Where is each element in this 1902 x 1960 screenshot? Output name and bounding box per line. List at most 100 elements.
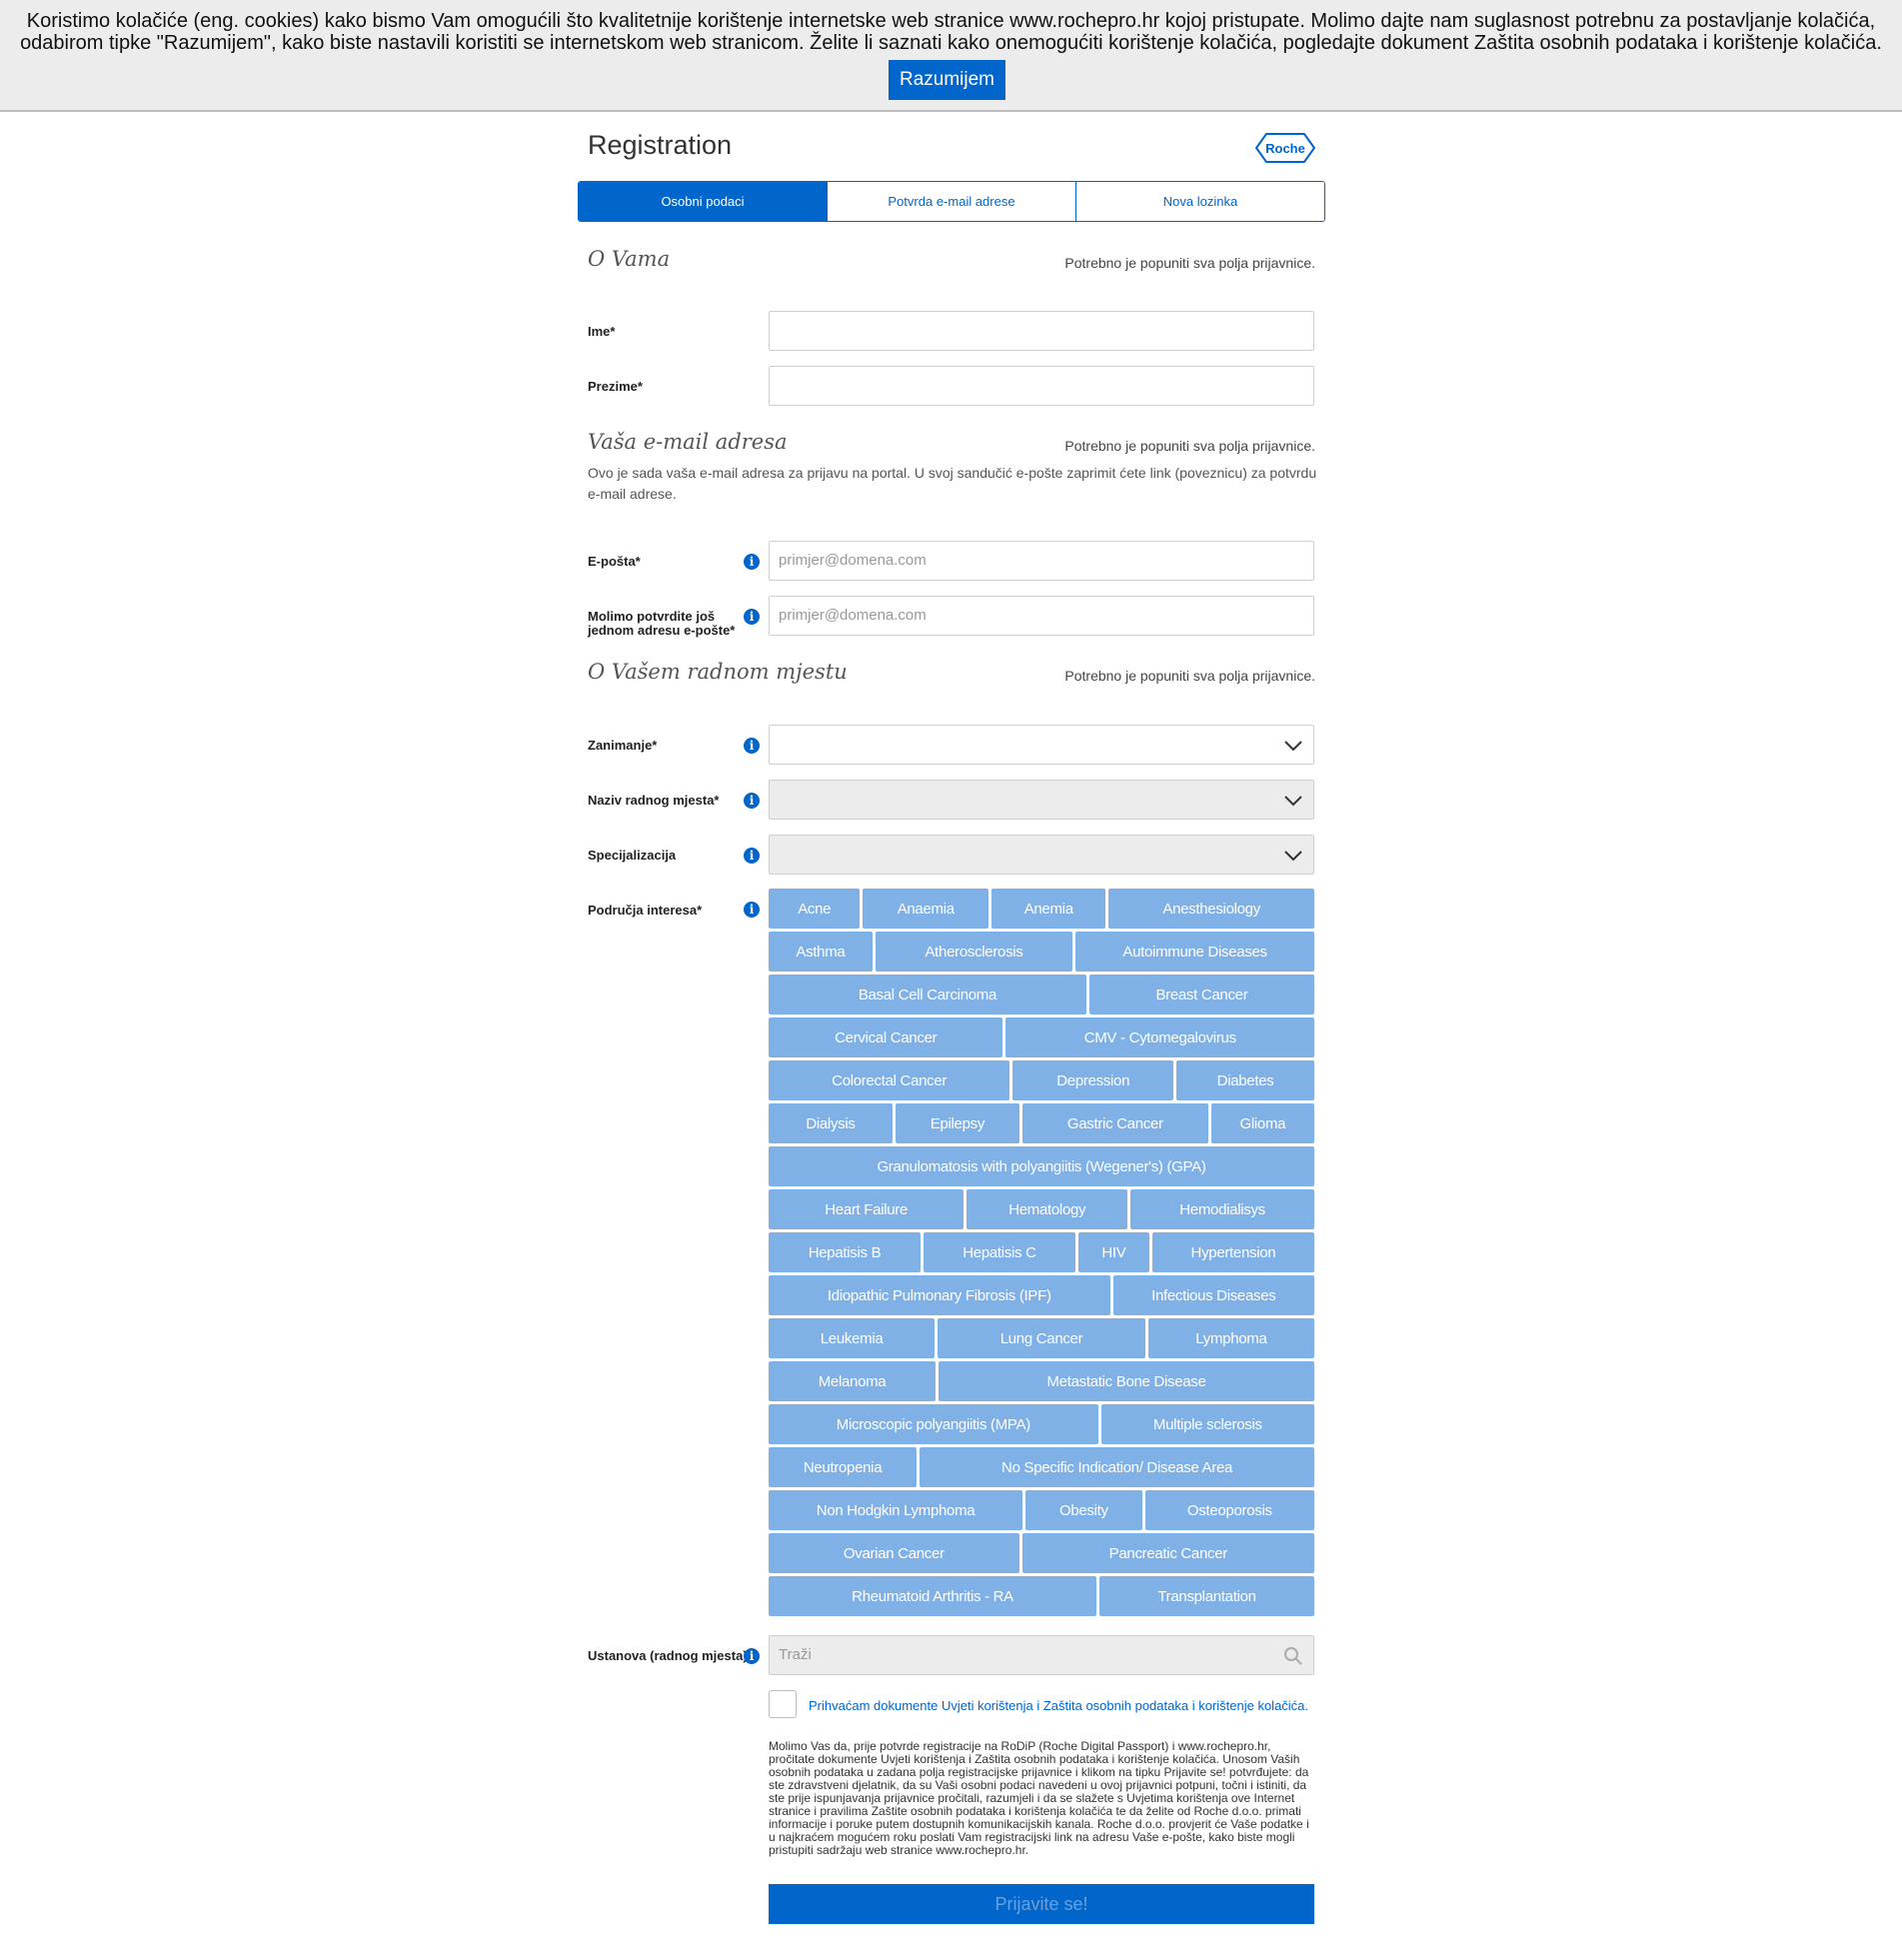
interest-row: Cervical Cancer CMV - Cytomegalovirus [769, 1017, 1314, 1057]
interest-tag[interactable]: Neutropenia [769, 1447, 918, 1487]
occupation-select[interactable] [769, 725, 1314, 765]
interest-tag[interactable]: Non Hodgkin Lymphoma [769, 1490, 1023, 1530]
interest-tag[interactable]: Transplantation [1099, 1576, 1314, 1616]
interest-tag[interactable]: Autoimmune Diseases [1075, 932, 1314, 972]
interest-row: Granulomatosis with polyangiitis (Wegene… [769, 1146, 1314, 1186]
interest-tag[interactable]: Colorectal Cancer [769, 1060, 1010, 1100]
interest-tag[interactable]: Depression [1012, 1060, 1174, 1100]
registration-stepper: Osobni podaci Potvrda e-mail adrese Nova… [578, 181, 1325, 222]
interest-tag[interactable]: Dialysis [769, 1103, 893, 1143]
interest-row: Leukemia Lung Cancer Lymphoma [769, 1318, 1314, 1358]
interest-tag[interactable]: Hematology [966, 1189, 1128, 1229]
interest-tags: Acne Anaemia Anemia Anesthesiology Asthma Ath… [769, 889, 1314, 1619]
interest-tag[interactable]: Anesthesiology [1108, 889, 1314, 929]
cookie-text: Koristimo kolačiće (eng. cookies) kako b… [20, 10, 1882, 54]
email-label: E-pošta* [588, 554, 641, 569]
interest-tag[interactable]: Anaemia [863, 889, 989, 929]
interest-tag[interactable]: Epilepsy [895, 1103, 1019, 1143]
institution-search-input[interactable]: Traži [769, 1635, 1314, 1675]
job-title-info-icon[interactable]: i [744, 793, 760, 809]
interest-tag[interactable]: Atherosclerosis [875, 932, 1073, 972]
interest-row: Ovarian Cancer Pancreatic Cancer [769, 1533, 1314, 1573]
specialization-label: Specijalizacija [588, 848, 677, 863]
interest-tag[interactable]: Basal Cell Carcinoma [769, 975, 1086, 1014]
interest-tag[interactable]: Osteoporosis [1144, 1490, 1314, 1530]
interest-tag[interactable]: Lymphoma [1147, 1318, 1314, 1358]
section-email-description: Ovo je sada vaša e-mail adresa za prijav… [588, 465, 1317, 502]
job-title-select[interactable] [769, 780, 1314, 820]
institution-label: Ustanova (radnog mjesta)* [588, 1648, 753, 1663]
interest-row: Non Hodgkin Lymphoma Obesity Osteoporosis [769, 1490, 1314, 1530]
interest-tag[interactable]: HIV [1077, 1232, 1149, 1272]
interest-tag[interactable]: Leukemia [769, 1318, 936, 1358]
interest-tag[interactable]: Breast Cancer [1088, 975, 1314, 1014]
interest-tag[interactable]: Gastric Cancer [1021, 1103, 1208, 1143]
consent-label[interactable]: Prihvaćam dokumente Uvjeti korištenja i … [809, 1698, 1308, 1713]
interest-tag[interactable]: Granulomatosis with polyangiitis (Wegene… [769, 1146, 1314, 1186]
interest-tag[interactable]: Multiple sclerosis [1100, 1404, 1314, 1444]
interest-tag[interactable]: Melanoma [769, 1361, 937, 1401]
step-personal-data[interactable]: Osobni podaci [579, 182, 828, 221]
search-icon[interactable] [1283, 1646, 1303, 1666]
interest-row: Melanoma Metastatic Bone Disease [769, 1361, 1314, 1401]
search-placeholder: Traži [779, 1646, 812, 1663]
interest-row: Neutropenia No Specific Indication/ Disea… [769, 1447, 1314, 1487]
interest-tag[interactable]: Idiopathic Pulmonary Fibrosis (IPF) [769, 1275, 1110, 1315]
interest-tag[interactable]: Asthma [769, 932, 873, 972]
accept-cookies-button[interactable]: Razumijem [889, 60, 1005, 100]
interest-row: Rheumatoid Arthritis - RA Transplantation [769, 1576, 1314, 1616]
registration-page: Registration Roche Osobni podaci Potvrda… [578, 112, 1325, 1960]
interest-tag[interactable]: Acne [769, 889, 861, 929]
interest-tag[interactable]: Ovarian Cancer [769, 1533, 1019, 1573]
interest-tag[interactable]: Rheumatoid Arthritis - RA [769, 1576, 1097, 1616]
interest-tag[interactable]: CMV - Cytomegalovirus [1005, 1017, 1314, 1057]
interest-row: Microscopic polyangiitis (MPA) Multiple s… [769, 1404, 1314, 1444]
interest-tag[interactable]: No Specific Indication/ Disease Area [920, 1447, 1314, 1487]
interest-tag[interactable]: Metastatic Bone Disease [939, 1361, 1314, 1401]
submit-button[interactable]: Prijavite se! [769, 1884, 1314, 1924]
occupation-info-icon[interactable]: i [744, 738, 760, 754]
interest-tag[interactable]: Cervical Cancer [769, 1017, 1003, 1057]
step-email-confirmation[interactable]: Potvrda e-mail adrese [828, 182, 1076, 221]
page-title: Registration [588, 130, 733, 160]
interest-row: Heart Failure Hematology Hemodialisys [769, 1189, 1314, 1229]
interest-tag[interactable]: Infectious Diseases [1112, 1275, 1314, 1315]
last-name-input[interactable] [769, 366, 1314, 406]
interest-row: Hepatisis B Hepatisis C HIV Hypertension [769, 1232, 1314, 1272]
interest-tag[interactable]: Hypertension [1151, 1232, 1314, 1272]
confirm-email-field[interactable]: primjer@domena.com [769, 596, 1314, 636]
interest-row: Idiopathic Pulmonary Fibrosis (IPF) Infec… [769, 1275, 1314, 1315]
svg-text:Roche: Roche [1265, 141, 1305, 156]
last-name-label: Prezime* [588, 379, 643, 394]
specialization-select[interactable] [769, 835, 1314, 875]
interest-tag[interactable]: Hemodialisys [1130, 1189, 1314, 1229]
step-new-password[interactable]: Nova lozinka [1076, 182, 1324, 221]
interest-tag[interactable]: Lung Cancer [938, 1318, 1145, 1358]
interest-tag[interactable]: Glioma [1210, 1103, 1314, 1143]
interest-row: Colorectal Cancer Depression Diabetes [769, 1060, 1314, 1100]
interest-tag[interactable]: Pancreatic Cancer [1021, 1533, 1314, 1573]
specialization-info-icon[interactable]: i [744, 848, 760, 864]
section-about-title: O Vama [588, 247, 671, 271]
email-info-icon[interactable]: i [744, 554, 760, 570]
section-about-note: Potrebno je popuniti sva polja prijavnic… [1064, 255, 1315, 271]
interest-row: Asthma Atherosclerosis Autoimmune Diseases [769, 932, 1314, 972]
institution-info-icon[interactable]: i [744, 1648, 760, 1664]
interest-tag[interactable]: Hepatisis C [923, 1232, 1075, 1272]
confirm-email-info-icon[interactable]: i [744, 609, 760, 625]
email-field[interactable]: primjer@domena.com [769, 541, 1314, 581]
interest-tag[interactable]: Hepatisis B [769, 1232, 921, 1272]
interest-row: Basal Cell Carcinoma Breast Cancer [769, 975, 1314, 1014]
interest-tag[interactable]: Heart Failure [769, 1189, 964, 1229]
interests-info-icon[interactable]: i [744, 902, 760, 918]
occupation-label: Zanimanje* [588, 738, 658, 753]
job-title-label: Naziv radnog mjesta* [588, 793, 720, 808]
interest-tag[interactable]: Anemia [991, 889, 1106, 929]
first-name-input[interactable] [769, 311, 1314, 351]
interest-tag[interactable]: Diabetes [1176, 1060, 1314, 1100]
interest-tag[interactable]: Obesity [1025, 1490, 1142, 1530]
chevron-down-icon [1284, 851, 1302, 862]
consent-checkbox[interactable] [769, 1690, 797, 1718]
confirm-email-label: Molimo potvrdite još jednom adresu e-poš… [588, 609, 736, 638]
interest-tag[interactable]: Microscopic polyangiitis (MPA) [769, 1404, 1098, 1444]
